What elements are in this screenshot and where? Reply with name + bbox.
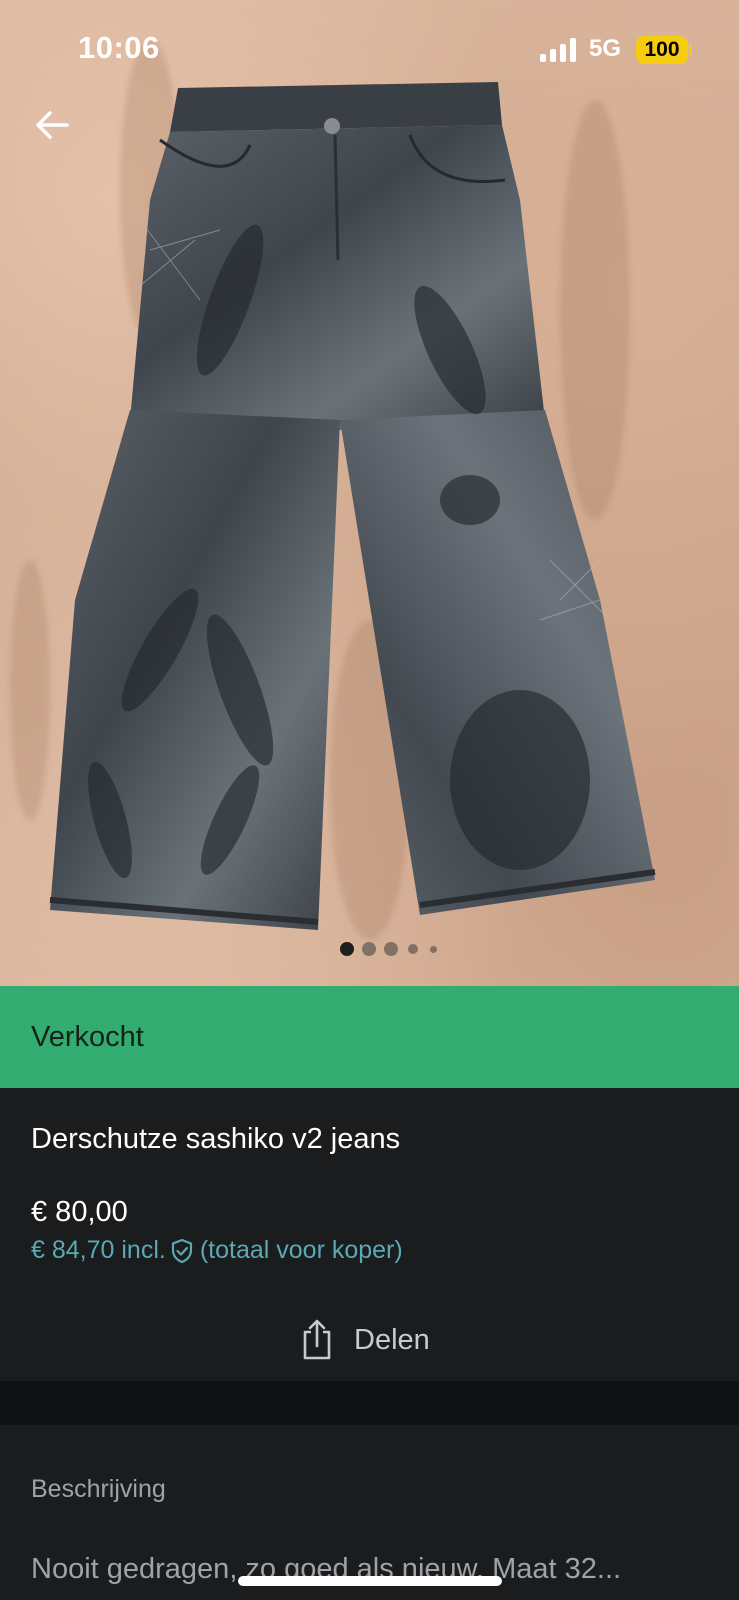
share-label: Delen (354, 1323, 430, 1356)
home-indicator[interactable] (238, 1576, 502, 1586)
pagination-dot[interactable] (408, 944, 418, 954)
price-incl-note: (totaal voor koper) (199, 1236, 403, 1264)
back-button[interactable] (30, 103, 74, 147)
price-incl-buyer-protection[interactable]: € 84,70 incl. (totaal voor koper) (31, 1236, 403, 1265)
share-icon (303, 1319, 331, 1360)
listing-price: € 80,00 (31, 1196, 128, 1228)
description-header: Beschrijving (31, 1475, 166, 1503)
product-photo[interactable] (0, 0, 739, 986)
pagination-dot[interactable] (430, 946, 437, 953)
signal-icon (540, 38, 578, 62)
shield-check-icon (171, 1238, 192, 1263)
battery-tip (689, 45, 692, 55)
jeans-image (49, 82, 656, 930)
network-type: 5G (589, 35, 622, 62)
price-incl-amount: € 84,70 incl. (31, 1236, 166, 1264)
pagination-dot[interactable] (384, 942, 398, 956)
photo-pagination[interactable] (0, 940, 739, 958)
section-divider (0, 1381, 739, 1425)
share-button[interactable]: Delen (300, 1315, 430, 1365)
listing-title: Derschutze sashiko v2 jeans (31, 1123, 401, 1155)
status-bar: 10:06 5G 100 (0, 0, 739, 100)
status-time: 10:06 (78, 30, 160, 65)
battery-icon: 100 (636, 36, 688, 64)
sold-status-label: Verkocht (31, 1021, 144, 1053)
arrow-left-icon (36, 111, 69, 139)
pagination-dot[interactable] (362, 942, 376, 956)
pagination-dot-active[interactable] (340, 942, 354, 956)
